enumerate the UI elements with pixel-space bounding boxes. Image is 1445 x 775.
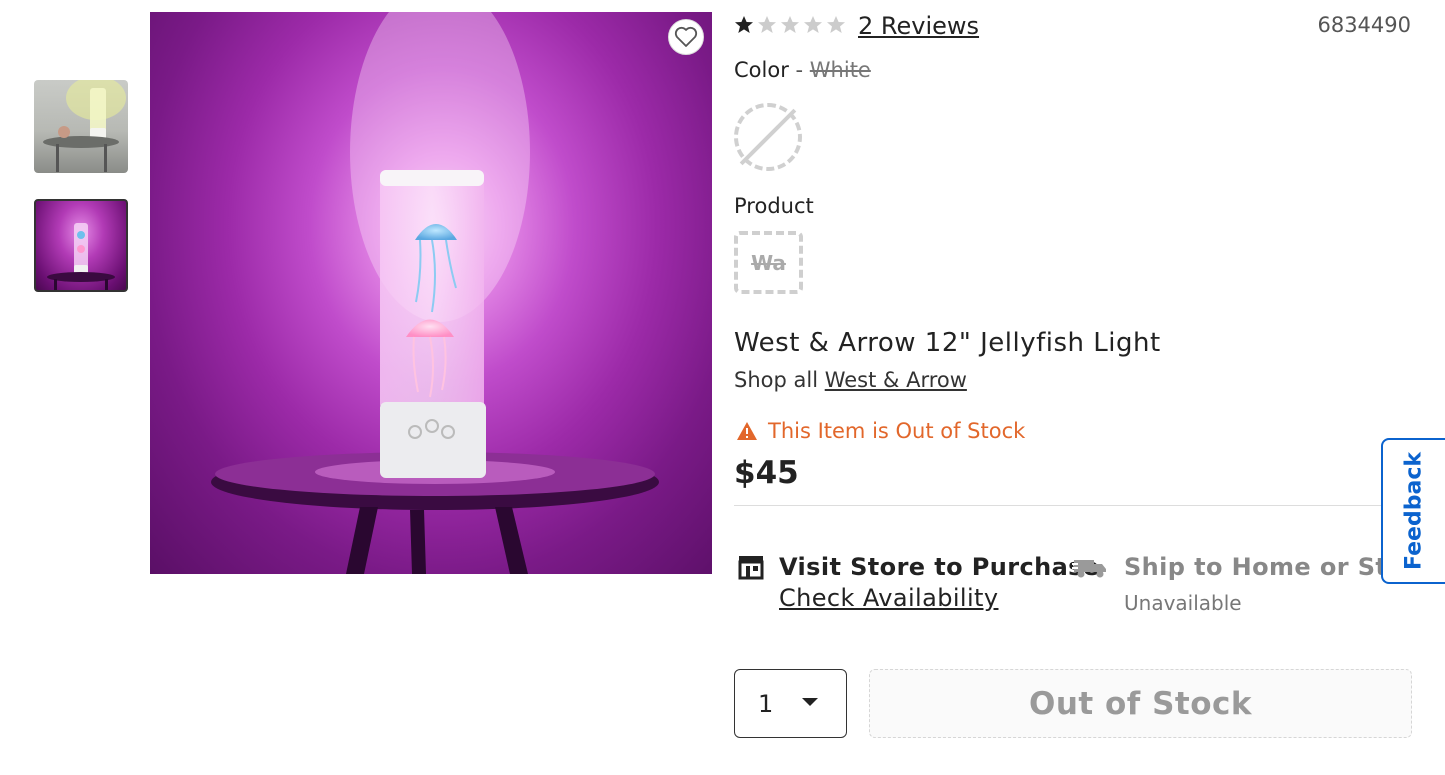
chevron-down-icon xyxy=(802,698,818,706)
out-of-stock-text: This Item is Out of Stock xyxy=(768,419,1026,443)
feedback-label: Feedback xyxy=(1401,452,1427,570)
divider xyxy=(734,505,1411,506)
shop-all-brand: Shop all West & Arrow xyxy=(734,368,967,392)
star-filled-icon xyxy=(735,16,753,33)
store-icon xyxy=(738,556,764,580)
reviews-link[interactable]: 2 Reviews xyxy=(858,12,979,40)
star-empty-icon xyxy=(758,16,776,33)
visit-store-title: Visit Store to Purchase xyxy=(779,553,1100,581)
star-empty-icon xyxy=(781,16,799,33)
feedback-tab[interactable]: Feedback xyxy=(1381,438,1445,584)
ship-unavailable-status: Unavailable xyxy=(1124,591,1242,615)
price: $45 xyxy=(734,455,799,491)
color-swatch-white[interactable] xyxy=(734,103,802,171)
product-option-chip[interactable]: Wa xyxy=(734,231,803,294)
check-availability-link[interactable]: Check Availability xyxy=(779,584,998,612)
out-of-stock-button: Out of Stock xyxy=(869,669,1412,738)
color-separator: - xyxy=(795,58,804,82)
quantity-value: 1 xyxy=(758,689,774,718)
truck-icon xyxy=(1072,560,1106,578)
product-label: Product xyxy=(734,194,814,218)
warning-icon xyxy=(737,422,757,440)
product-image xyxy=(150,12,712,574)
star-rating xyxy=(734,15,846,35)
brand-link[interactable]: West & Arrow xyxy=(825,368,967,392)
heart-icon xyxy=(674,26,698,47)
thumbnail-white-lamp[interactable] xyxy=(34,80,128,173)
quantity-select[interactable]: 1 xyxy=(734,669,847,738)
sku-number: 6834490 xyxy=(1317,13,1411,37)
out-of-stock-warning: This Item is Out of Stock xyxy=(736,419,1025,443)
thumbnail-purple-lamp[interactable] xyxy=(34,199,128,292)
shop-all-prefix: Shop all xyxy=(734,368,819,392)
color-value: White xyxy=(809,58,871,82)
color-label-text: Color xyxy=(734,58,789,82)
color-label: Color - White xyxy=(734,58,871,82)
star-empty-icon xyxy=(804,16,822,33)
product-title: West & Arrow 12" Jellyfish Light xyxy=(734,328,1161,358)
star-empty-icon xyxy=(827,16,845,33)
favorite-button[interactable] xyxy=(668,19,704,55)
